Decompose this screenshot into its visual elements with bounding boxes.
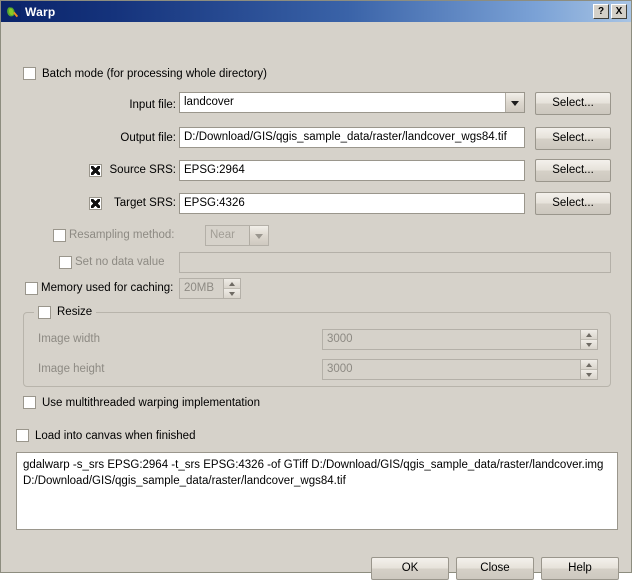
memory-caching-spinbox[interactable]: 20MB — [179, 278, 241, 299]
spinner-down-icon[interactable] — [224, 288, 240, 298]
spinner-down-icon[interactable] — [581, 369, 597, 379]
image-height-spinbox[interactable]: 3000 — [322, 359, 598, 380]
resampling-method-label: Resampling method: — [69, 229, 175, 241]
image-height-label: Image height — [38, 363, 105, 375]
resize-label: Resize — [57, 306, 93, 318]
chevron-down-icon[interactable] — [249, 226, 268, 245]
dialog-body: Batch mode (for processing whole directo… — [1, 22, 631, 580]
spinner-up-icon[interactable] — [224, 279, 240, 288]
target-srs-select-button[interactable]: Select... — [535, 192, 611, 215]
load-canvas-row: Load into canvas when finished — [16, 429, 195, 442]
spinner-down-icon[interactable] — [581, 339, 597, 349]
load-canvas-checkbox[interactable] — [16, 429, 29, 442]
image-width-spinbox[interactable]: 3000 — [322, 329, 598, 350]
batch-mode-checkbox[interactable] — [23, 67, 36, 80]
title-bar: Warp ? X — [1, 1, 631, 22]
input-file-select-button[interactable]: Select... — [535, 92, 611, 115]
source-srs-input[interactable]: EPSG:2964 — [179, 160, 525, 181]
title-bar-buttons: ? X — [593, 4, 629, 19]
command-preview-textarea[interactable]: gdalwarp -s_srs EPSG:2964 -t_srs EPSG:43… — [16, 452, 618, 530]
window-title: Warp — [25, 4, 56, 19]
image-width-label: Image width — [38, 333, 101, 345]
target-srs-checkbox[interactable] — [89, 197, 102, 210]
input-file-combo[interactable]: landcover — [179, 92, 525, 113]
resize-group-title: Resize — [34, 305, 97, 319]
target-srs-select-label: Select... — [552, 197, 594, 209]
multithreaded-checkbox[interactable] — [23, 396, 36, 409]
multithreaded-row: Use multithreaded warping implementation — [23, 396, 260, 409]
spinner-buttons[interactable] — [223, 279, 240, 298]
output-file-select-button[interactable]: Select... — [535, 127, 611, 150]
load-canvas-label: Load into canvas when finished — [35, 429, 196, 442]
input-file-value: landcover — [184, 96, 234, 108]
resampling-method-combo[interactable]: Near — [205, 225, 269, 246]
batch-mode-label: Batch mode (for processing whole directo… — [42, 67, 267, 80]
multithreaded-label: Use multithreaded warping implementation — [42, 396, 260, 409]
image-height-value: 3000 — [327, 363, 353, 375]
output-file-label: Output file: — [120, 132, 176, 144]
set-no-data-value-checkbox[interactable] — [59, 256, 72, 269]
memory-caching-label: Memory used for caching: — [41, 282, 174, 294]
input-file-label: Input file: — [129, 99, 176, 111]
target-srs-label: Target SRS: — [114, 197, 176, 209]
image-width-value: 3000 — [327, 333, 353, 345]
close-button[interactable]: Close — [456, 557, 534, 580]
resampling-method-value: Near — [210, 229, 235, 241]
help-button[interactable]: Help — [541, 557, 619, 580]
no-data-value-input[interactable] — [179, 252, 611, 273]
memory-caching-checkbox[interactable] — [25, 282, 38, 295]
ok-button[interactable]: OK — [371, 557, 449, 580]
qgis-q-logo-icon — [5, 3, 21, 20]
warp-dialog: Warp ? X Batch mode (for processing whol… — [0, 0, 632, 580]
output-file-input[interactable]: D:/Download/GIS/qgis_sample_data/raster/… — [179, 127, 525, 148]
set-no-data-value-label: Set no data value — [75, 256, 165, 268]
memory-caching-value: 20MB — [184, 282, 215, 294]
source-srs-checkbox[interactable] — [89, 164, 102, 177]
resampling-method-checkbox[interactable] — [53, 229, 66, 242]
close-icon[interactable]: X — [611, 4, 627, 19]
target-srs-input[interactable]: EPSG:4326 — [179, 193, 525, 214]
spinner-up-icon[interactable] — [581, 360, 597, 369]
chevron-down-icon[interactable] — [505, 93, 524, 112]
batch-mode-row: Batch mode (for processing whole directo… — [23, 67, 267, 80]
source-srs-select-button[interactable]: Select... — [535, 159, 611, 182]
spinner-buttons[interactable] — [580, 330, 597, 349]
resize-groupbox: Resize Image width 3000 Image height 300… — [23, 305, 611, 387]
resize-checkbox[interactable] — [38, 305, 51, 319]
spinner-buttons[interactable] — [580, 360, 597, 379]
source-srs-label: Source SRS: — [109, 164, 176, 176]
spinner-up-icon[interactable] — [581, 330, 597, 339]
help-titlebar-button[interactable]: ? — [593, 4, 609, 19]
